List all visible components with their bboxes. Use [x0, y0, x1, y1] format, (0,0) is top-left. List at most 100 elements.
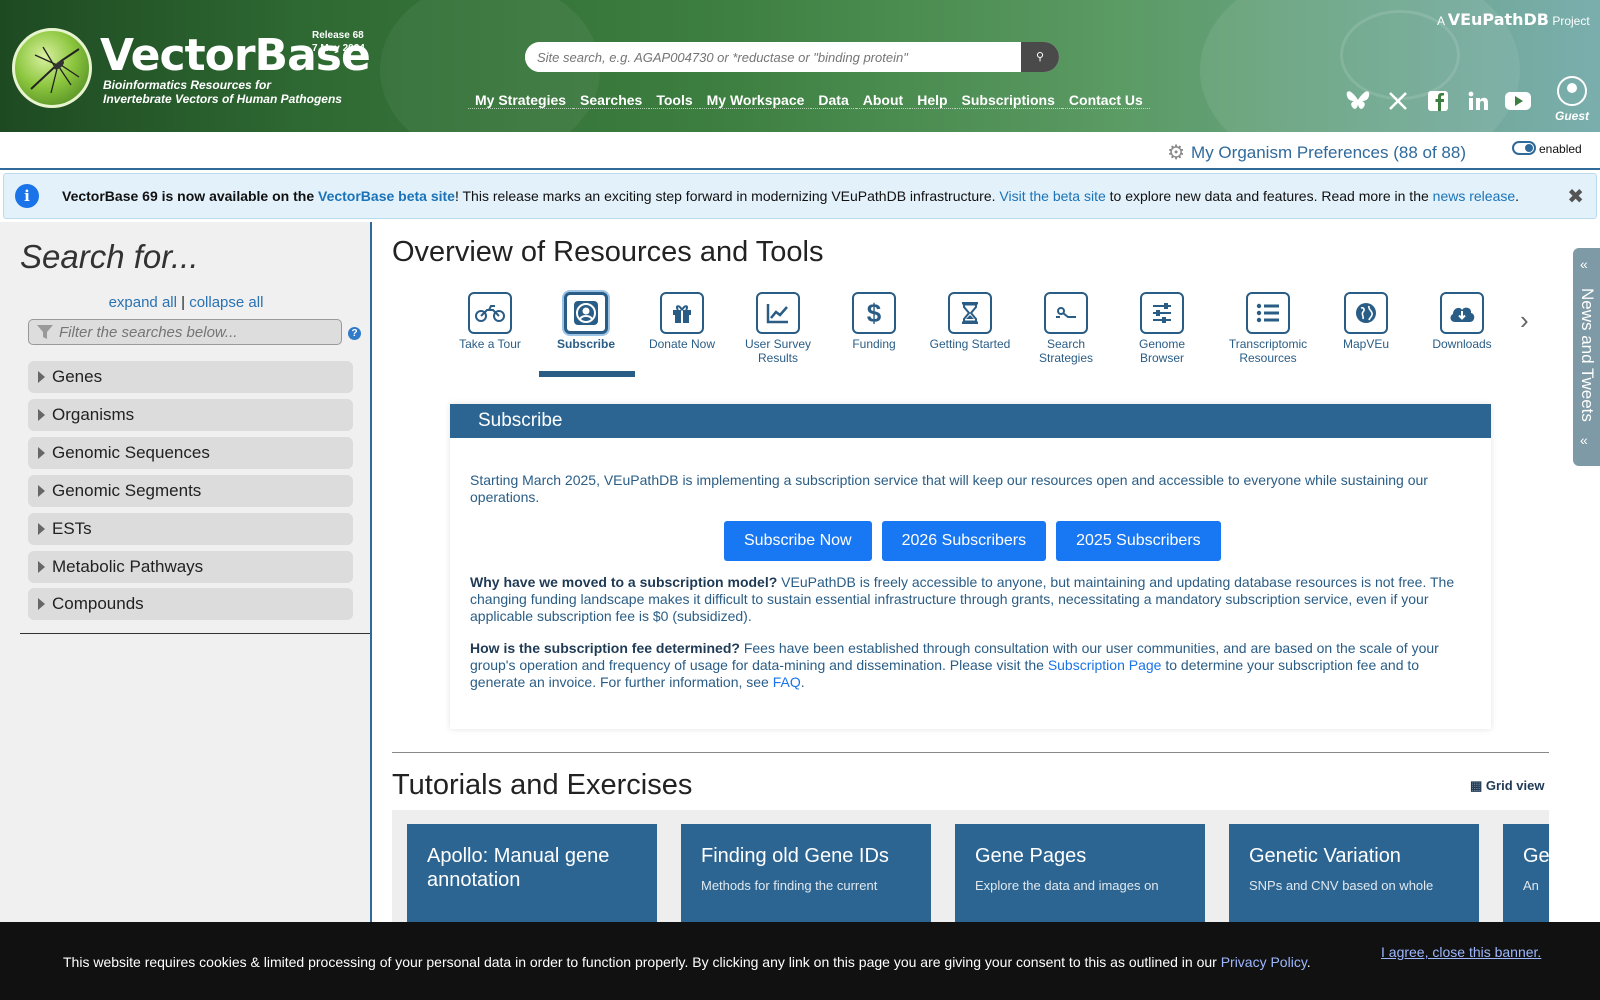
- subscribe-now-button[interactable]: Subscribe Now: [724, 521, 872, 561]
- nav-searches[interactable]: Searches: [573, 92, 650, 109]
- search-sidebar: Search for... expand all | collapse all …: [0, 222, 372, 922]
- user-avatar-icon: [1557, 76, 1587, 106]
- tool-user-survey-results[interactable]: User Survey Results: [733, 292, 823, 365]
- tutorial-card[interactable]: Apollo: Manual gene annotation: [407, 824, 657, 922]
- tool-donate-now[interactable]: Donate Now: [637, 292, 727, 351]
- tool-label: Donate Now: [648, 337, 716, 351]
- cloud-download-icon: [1440, 292, 1484, 334]
- visit-beta-link[interactable]: Visit the beta site: [999, 188, 1105, 204]
- facebook-icon[interactable]: [1425, 88, 1451, 114]
- tool-take-a-tour[interactable]: Take a Tour: [445, 292, 535, 351]
- close-icon[interactable]: ✖: [1567, 184, 1584, 209]
- tool-search-strategies[interactable]: Search Strategies: [1021, 292, 1111, 365]
- organism-filter-toggle[interactable]: [1512, 141, 1536, 155]
- search-submit-button[interactable]: ⚲: [1021, 42, 1059, 72]
- sidebar-item-organisms[interactable]: Organisms: [28, 399, 353, 431]
- announcement-mid2: to explore new data and features. Read m…: [1109, 188, 1429, 204]
- tutorial-card-title: Gene Pages: [975, 845, 1087, 867]
- release-info: Release 68 7 May 2024: [312, 29, 365, 55]
- sidebar-item-compounds[interactable]: Compounds: [28, 588, 353, 620]
- subscription-fee-question: How is the subscription fee determined?: [470, 640, 740, 656]
- tool-getting-started[interactable]: Getting Started: [925, 292, 1015, 351]
- tool-transcriptomic-resources[interactable]: Transcriptomic Resources: [1213, 292, 1323, 365]
- tools-carousel: Take a Tour Subscribe Donate Now User Su…: [445, 292, 1535, 382]
- tutorial-card-title: Apollo: Manual gene annotation: [427, 845, 610, 891]
- subscription-page-link[interactable]: Subscription Page: [1048, 657, 1162, 673]
- tool-label: Funding: [852, 337, 896, 351]
- news-release-link[interactable]: news release: [1433, 188, 1516, 204]
- announcement-end: .: [1515, 188, 1520, 204]
- x-twitter-icon[interactable]: [1385, 88, 1411, 114]
- subscription-model-paragraph: Why have we moved to a subscription mode…: [470, 574, 1470, 625]
- tool-label: Downloads: [1432, 337, 1492, 351]
- subscribe-buttons: Subscribe Now 2026 Subscribers 2025 Subs…: [724, 521, 1221, 561]
- subscribers-2026-button[interactable]: 2026 Subscribers: [881, 521, 1047, 561]
- expand-collapse-separator: |: [181, 294, 186, 311]
- nav-my-strategies[interactable]: My Strategies: [468, 92, 574, 109]
- tutorial-card[interactable]: Finding old Gene IDs Methods for finding…: [681, 824, 931, 922]
- nav-data[interactable]: Data: [811, 92, 856, 109]
- beta-site-link[interactable]: VectorBase beta site: [318, 188, 455, 204]
- search-filter-input[interactable]: [59, 320, 339, 344]
- sidebar-item-genomic-sequences[interactable]: Genomic Sequences: [28, 437, 353, 469]
- sidebar-item-genomic-segments[interactable]: Genomic Segments: [28, 475, 353, 507]
- tool-label: MapVEu: [1342, 337, 1390, 351]
- tutorial-card[interactable]: Ge An: [1503, 824, 1549, 922]
- guest-account[interactable]: Guest: [1555, 76, 1589, 123]
- nav-contact-us[interactable]: Contact Us: [1061, 92, 1150, 109]
- collapse-all-link[interactable]: collapse all: [189, 294, 263, 311]
- help-icon[interactable]: ?: [348, 327, 361, 340]
- tool-label: User Survey Results: [744, 337, 812, 365]
- tool-funding[interactable]: $ Funding: [829, 292, 919, 351]
- tutorials-title: Tutorials and Exercises: [392, 769, 693, 801]
- nav-help[interactable]: Help: [910, 92, 955, 109]
- announcement-bold: VectorBase 69 is now available on the: [62, 188, 315, 204]
- cookie-end: .: [1306, 954, 1311, 970]
- sidebar-item-ests[interactable]: ESTs: [28, 513, 353, 545]
- site-search-input[interactable]: [525, 42, 1021, 72]
- tool-label: Getting Started: [929, 337, 1011, 351]
- news-and-tweets-tab[interactable]: « News and Tweets «: [1573, 248, 1600, 466]
- sidebar-item-metabolic-pathways[interactable]: Metabolic Pathways: [28, 551, 353, 583]
- privacy-policy-link[interactable]: Privacy Policy: [1221, 954, 1307, 970]
- close-banner-link[interactable]: I agree, close this banner.: [1381, 944, 1541, 960]
- grid-view-toggle[interactable]: ▦ Grid view: [1470, 778, 1544, 794]
- site-header: VectorBase Bioinformatics Resources for …: [0, 0, 1600, 132]
- info-icon: i: [15, 184, 39, 208]
- tutorial-card[interactable]: Genetic Variation SNPs and CNV based on …: [1229, 824, 1479, 922]
- youtube-icon[interactable]: [1505, 88, 1531, 114]
- bluesky-icon[interactable]: [1345, 88, 1371, 114]
- tool-mapveu[interactable]: MapVEu: [1321, 292, 1411, 351]
- organism-preferences-link[interactable]: ⚙ My Organism Preferences (88 of 88): [1167, 140, 1466, 165]
- faq-link[interactable]: FAQ: [773, 674, 801, 690]
- chevron-right-icon[interactable]: ›: [1520, 305, 1529, 336]
- grid-view-label: Grid view: [1485, 778, 1545, 793]
- subscription-fee-paragraph: How is the subscription fee determined? …: [470, 640, 1470, 691]
- section-divider: [392, 752, 1549, 753]
- hourglass-icon: [948, 292, 992, 334]
- tool-downloads[interactable]: Downloads: [1417, 292, 1507, 351]
- nav-tools[interactable]: Tools: [649, 92, 700, 109]
- nav-subscriptions[interactable]: Subscriptions: [954, 92, 1062, 109]
- motorcycle-icon: [468, 292, 512, 334]
- nav-about[interactable]: About: [855, 92, 911, 109]
- subscribers-2025-button[interactable]: 2025 Subscribers: [1056, 521, 1221, 561]
- project-label[interactable]: A VEuPathDB Project: [1437, 10, 1590, 29]
- tutorial-card[interactable]: Gene Pages Explore the data and images o…: [955, 824, 1205, 922]
- sliders-icon: [1140, 292, 1184, 334]
- sidebar-divider: [20, 633, 370, 634]
- subscribe-heading: Subscribe: [450, 404, 1491, 438]
- sidebar-item-genes[interactable]: Genes: [28, 361, 353, 393]
- linkedin-icon[interactable]: [1465, 88, 1491, 114]
- organism-preferences-label: My Organism Preferences (88 of 88): [1191, 142, 1466, 162]
- overview-title: Overview of Resources and Tools: [392, 236, 824, 268]
- vectorbase-logo-icon[interactable]: [12, 28, 92, 108]
- tutorial-card-title: Genetic Variation: [1249, 845, 1401, 867]
- nav-my-workspace[interactable]: My Workspace: [699, 92, 812, 109]
- tool-genome-browser[interactable]: Genome Browser: [1117, 292, 1207, 365]
- guest-label: Guest: [1555, 109, 1590, 123]
- tool-label: Take a Tour: [459, 337, 521, 351]
- expand-all-link[interactable]: expand all: [109, 294, 177, 311]
- tool-subscribe[interactable]: Subscribe: [541, 292, 631, 351]
- release-date: 7 May 2024: [312, 43, 365, 54]
